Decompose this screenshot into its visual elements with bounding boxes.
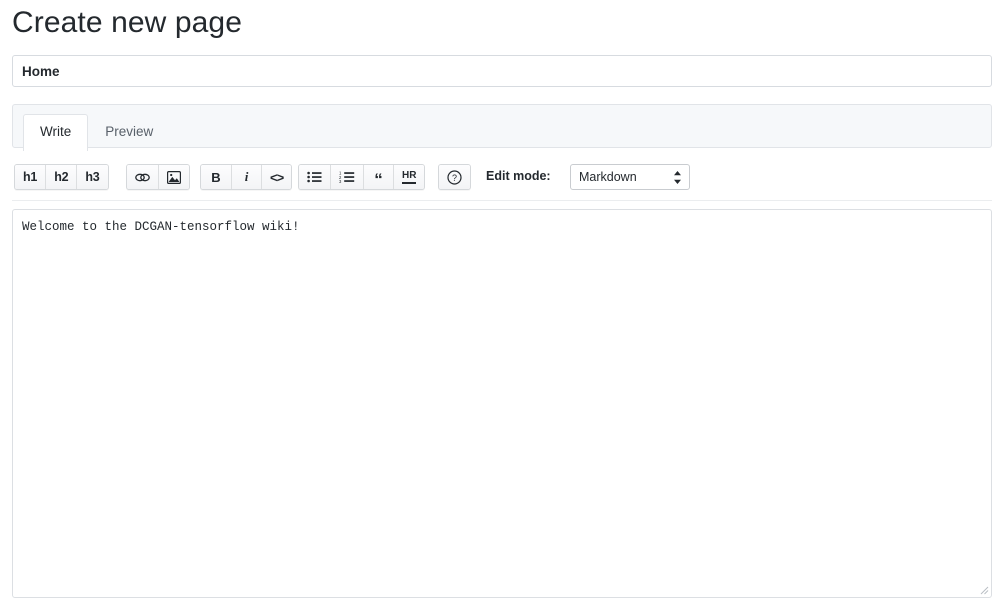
heading-1-button[interactable]: h1 xyxy=(15,165,46,189)
heading-2-button[interactable]: h2 xyxy=(45,165,77,189)
toolbar-group-help: ? xyxy=(438,164,471,190)
chevron-updown-icon xyxy=(673,170,682,185)
horizontal-rule-button[interactable]: HR xyxy=(393,165,425,189)
page-title: Create new page xyxy=(12,6,242,39)
create-wiki-page-screen: Create new page (function(){ var d = JSO… xyxy=(0,0,1006,614)
toolbar-group-formatting: B i <> xyxy=(200,164,293,190)
editor-content: Welcome to the DCGAN-tensorflow wiki! xyxy=(22,220,300,234)
help-circle-icon: ? xyxy=(447,169,462,185)
unordered-list-icon xyxy=(307,171,322,183)
editor-tab-strip: Write Preview xyxy=(12,104,992,151)
edit-mode-label: Edit mode: xyxy=(486,169,551,183)
insert-link-button[interactable] xyxy=(127,165,158,189)
edit-mode-select[interactable]: Markdown xyxy=(570,164,690,190)
ordered-list-button[interactable]: 1 2 3 xyxy=(330,165,363,189)
edit-mode-selected-value: Markdown xyxy=(579,170,637,184)
tab-preview[interactable]: Preview xyxy=(88,114,170,150)
heading-3-button[interactable]: h3 xyxy=(76,165,108,189)
markdown-editor-textarea[interactable]: Welcome to the DCGAN-tensorflow wiki! xyxy=(12,209,992,598)
italic-button[interactable]: i xyxy=(231,165,261,189)
insert-image-button[interactable] xyxy=(158,165,189,189)
image-icon xyxy=(167,170,181,184)
tab-list: Write Preview xyxy=(23,114,170,151)
horizontal-rule-label: HR xyxy=(402,170,417,184)
link-icon xyxy=(135,172,150,183)
resize-handle-icon[interactable] xyxy=(977,583,989,595)
toolbar-group-lists: 1 2 3 “ HR xyxy=(298,164,426,190)
toolbar-group-headings: h1 h2 h3 xyxy=(14,164,109,190)
ordered-list-icon: 1 2 3 xyxy=(339,171,355,183)
tab-write[interactable]: Write xyxy=(23,114,89,151)
svg-text:3: 3 xyxy=(339,179,342,183)
svg-text:?: ? xyxy=(452,173,457,183)
bold-button[interactable]: B xyxy=(201,165,231,189)
toolbar-group-media xyxy=(126,164,190,190)
blockquote-button[interactable]: “ xyxy=(363,165,393,189)
toolbar-divider xyxy=(12,200,992,201)
code-button[interactable]: <> xyxy=(261,165,292,189)
markdown-help-button[interactable]: ? xyxy=(439,165,470,189)
page-name-input[interactable] xyxy=(12,55,992,87)
unordered-list-button[interactable] xyxy=(299,165,330,189)
